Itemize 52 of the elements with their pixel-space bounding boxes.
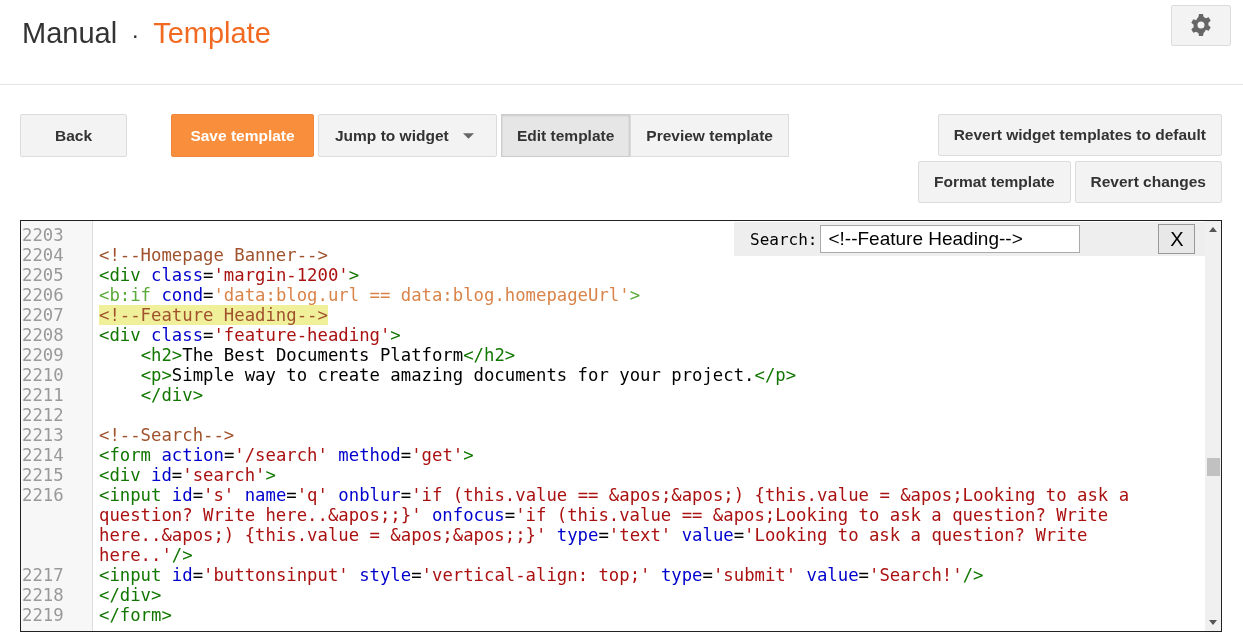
- code-line: <b:if cond='data:blog.url == data:blog.homepageUrl'>: [99, 285, 641, 305]
- line-number: 2209: [21, 345, 65, 365]
- back-button[interactable]: Back: [20, 114, 127, 157]
- settings-icon: [1189, 13, 1213, 37]
- code-editor[interactable]: [20, 220, 1222, 632]
- toolbar-button[interactable]: Revert changes: [1074, 161, 1222, 203]
- search-label: Search:: [750, 229, 818, 249]
- line-number: 2214: [21, 445, 65, 465]
- close-search-button[interactable]: X: [1158, 224, 1196, 254]
- code-line: <input id='buttonsinput' style='vertical-align: top;' type='submit' value='Search!'/>: [99, 565, 984, 585]
- code-line: <div id='search'>: [99, 465, 276, 485]
- mode-tab[interactable]: Edit template: [501, 114, 631, 157]
- code-line: <h2>The Best Documents Platform</h2>: [139, 345, 516, 365]
- line-number: 2215: [21, 465, 65, 485]
- line-number: 2205: [21, 265, 65, 285]
- search-field[interactable]: <!--Feature Heading-->: [820, 225, 1081, 253]
- line-number: 2216: [21, 485, 65, 507]
- line-number: 2219: [21, 605, 65, 625]
- code-line: <!--Homepage Banner-->: [99, 245, 328, 265]
- line-number: 2204: [21, 245, 65, 265]
- toolbar-button[interactable]: Format template: [917, 161, 1071, 203]
- line-number: 2213: [21, 425, 65, 445]
- line-number: 2211: [21, 385, 65, 405]
- title-separator: ·: [131, 20, 140, 49]
- code-line: <form action='/search' method='get'>: [99, 445, 474, 465]
- code-line: <div class='margin-1200'>: [99, 265, 360, 285]
- mode-tab[interactable]: Preview template: [630, 114, 789, 157]
- section-title: Template: [153, 16, 271, 50]
- code-line: <input id='s' name='q' onblur='if (this.value == &apos;&apos;) {this.value = &apos;Looking to ask a question? Write here..&apos;;}' onfocus='if (this.value == &apos;Looking to ask a question? Write here..&apos;) {this.value = &apos;&apos;;}' type='text' value='Looking to ask a question? Write here..'/>: [99, 485, 1131, 565]
- scroll-up-arrow-icon[interactable]: [1209, 227, 1217, 232]
- line-number: 2203: [21, 225, 65, 245]
- jump-to-widget-dropdown[interactable]: Jump to widget: [318, 114, 497, 157]
- code-line: <div class='feature-heading'>: [99, 325, 401, 345]
- scrollbar[interactable]: [1205, 221, 1221, 631]
- scroll-down-arrow-icon[interactable]: [1209, 620, 1217, 625]
- line-number: 2208: [21, 325, 65, 345]
- line-number: 2218: [21, 585, 65, 605]
- caret-icon: [462, 132, 474, 139]
- line-number: 2207: [21, 305, 65, 325]
- code-line: <!--Search-->: [99, 425, 235, 445]
- code-line: </div>: [139, 385, 204, 405]
- settings-button[interactable]: [1171, 4, 1231, 46]
- line-number: 2217: [21, 565, 65, 585]
- code-line: <p>Simple way to create amazing documents for your project.</p>: [139, 365, 797, 385]
- code-line: </div>: [99, 585, 162, 605]
- line-number: 2212: [21, 405, 65, 425]
- code-line: </form>: [99, 605, 172, 625]
- page-title: Manual: [22, 16, 118, 50]
- line-number: 2206: [21, 285, 65, 305]
- line-number: 2210: [21, 365, 65, 385]
- scrollbar-thumb[interactable]: [1207, 458, 1220, 476]
- toolbar-button[interactable]: Revert widget templates to default: [937, 114, 1222, 156]
